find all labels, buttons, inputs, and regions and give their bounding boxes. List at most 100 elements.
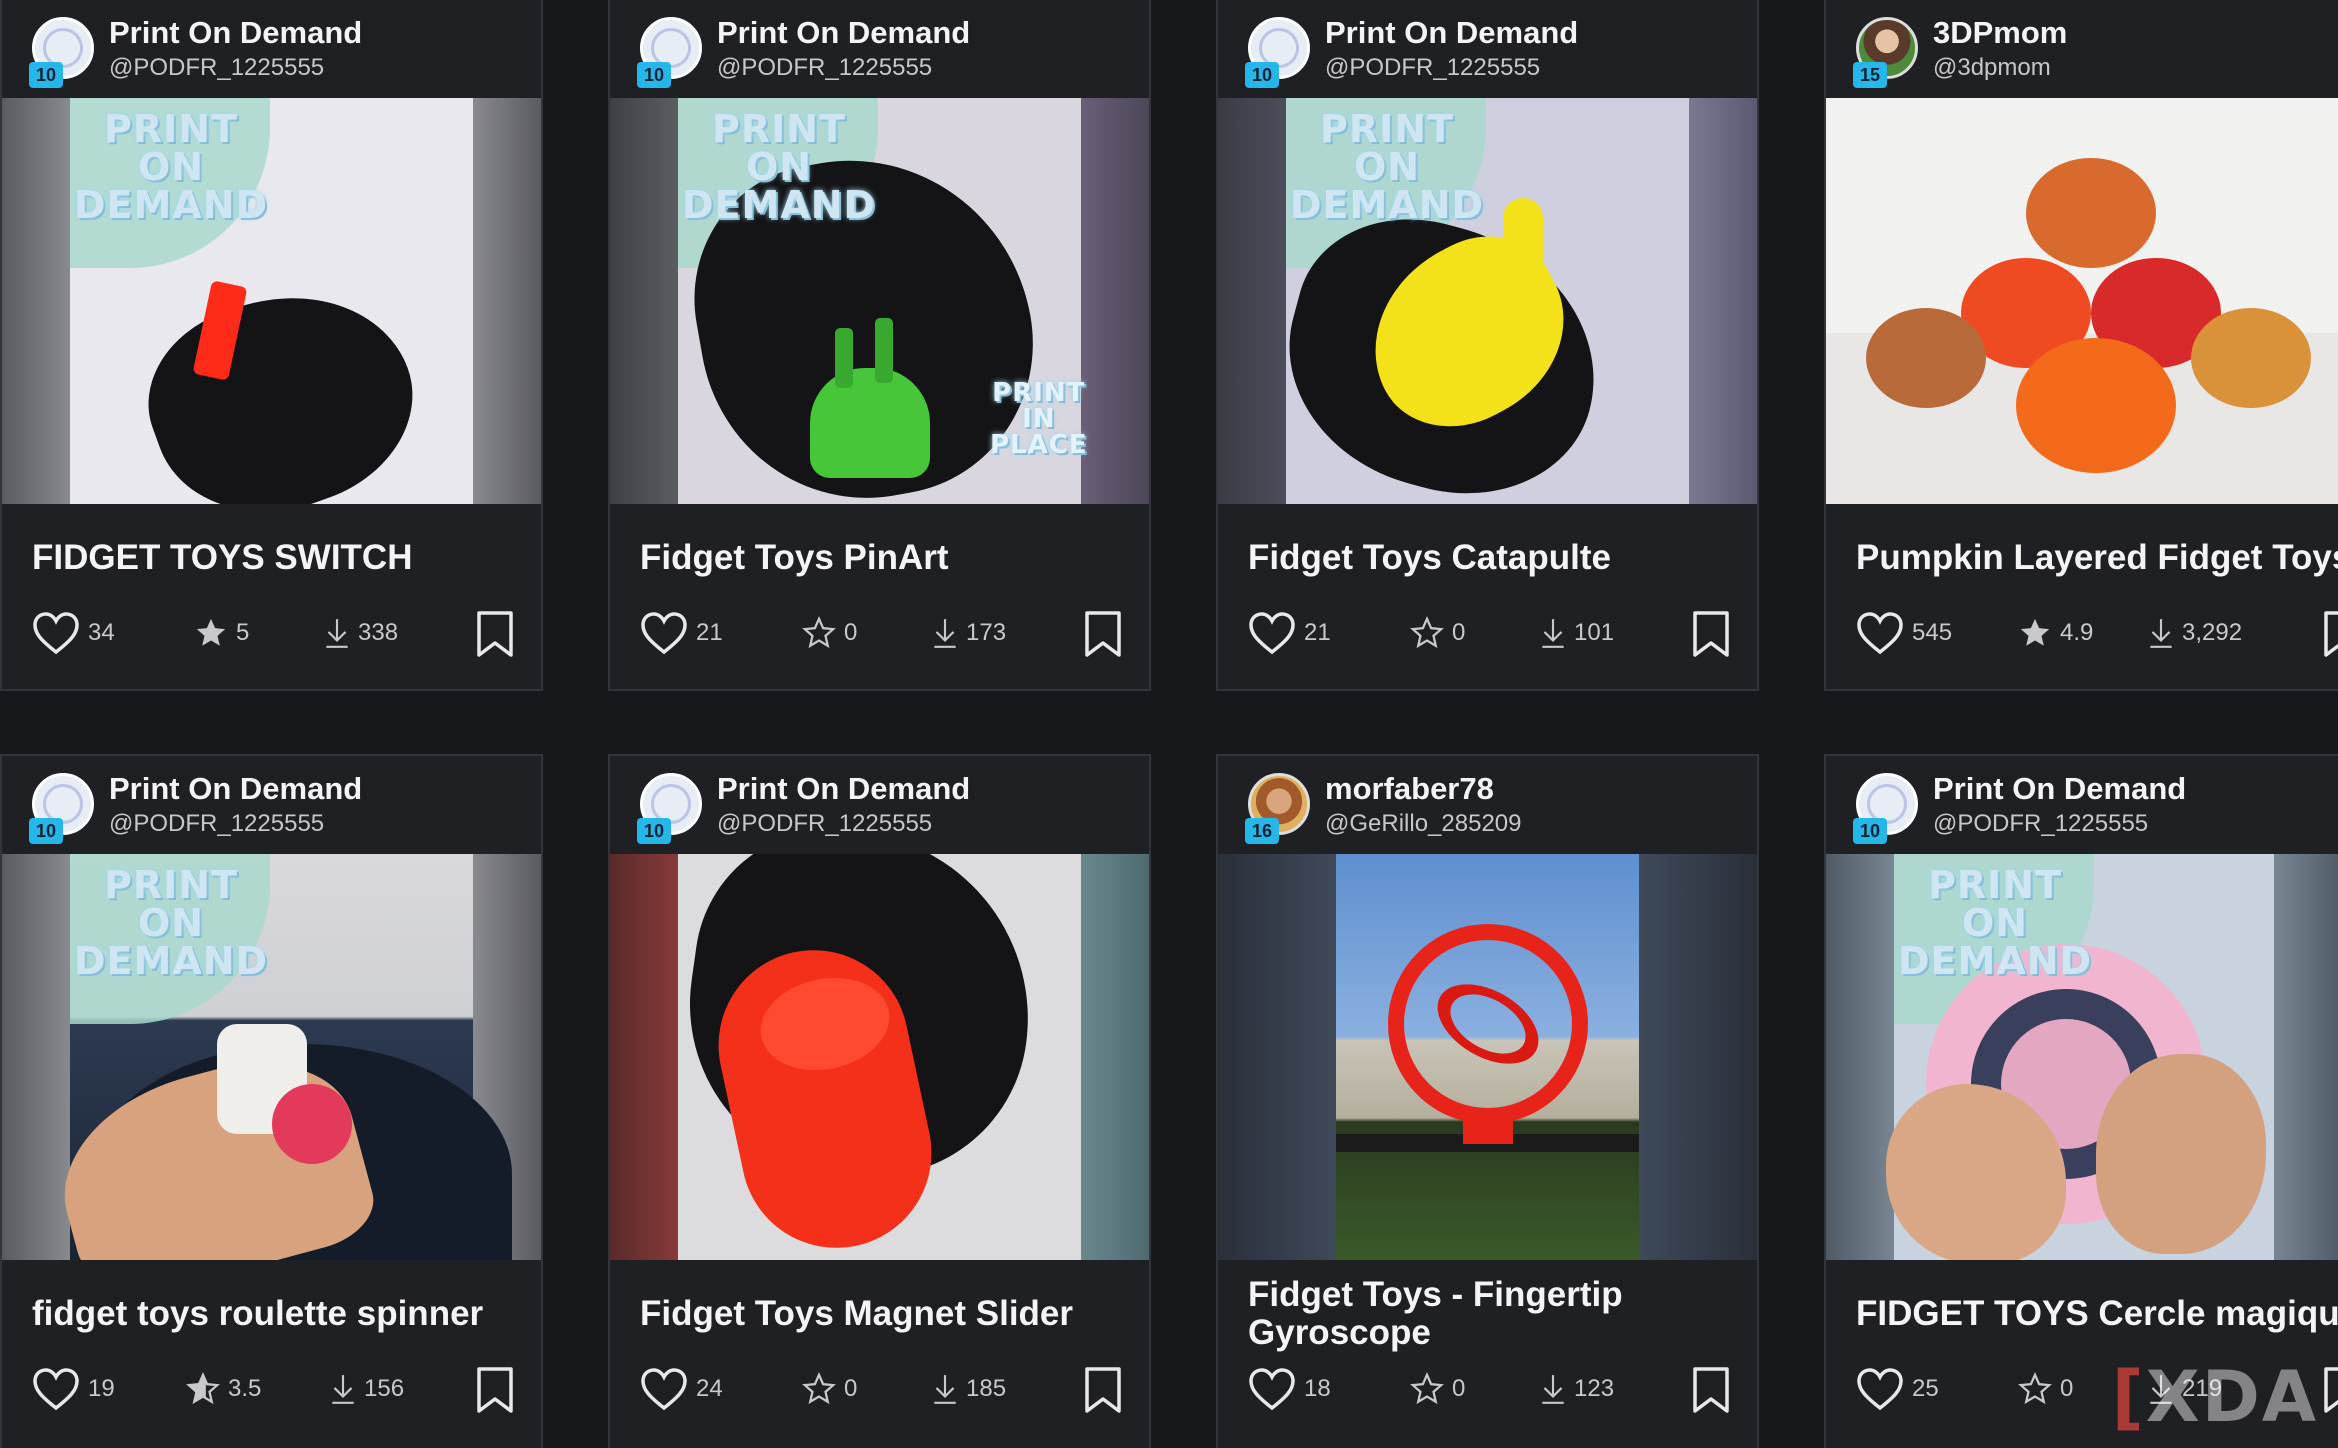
card-author[interactable]: 15 3DPmom @3dpmom (1826, 0, 2338, 98)
model-thumbnail[interactable]: PRINT ON DEMAND PRINT IN PLACE (610, 98, 1149, 504)
level-badge: 10 (29, 62, 63, 88)
author-name[interactable]: Print On Demand (109, 771, 362, 807)
author-name[interactable]: Print On Demand (1933, 771, 2186, 807)
likes-count: 21 (696, 619, 723, 646)
model-title[interactable]: FIDGET TOYS Cercle magique (1856, 1295, 2338, 1333)
card-author[interactable]: 16 morfaber78 @GeRillo_285209 (1218, 756, 1757, 854)
model-thumbnail[interactable]: PRINT ON DEMAND (1826, 854, 2338, 1260)
model-title[interactable]: FIDGET TOYS SWITCH (32, 539, 542, 577)
author-name[interactable]: Print On Demand (109, 15, 362, 51)
author-handle: @GeRillo_285209 (1325, 810, 1522, 837)
rating-value: 0 (2060, 1375, 2074, 1402)
star-icon (1410, 1372, 1444, 1405)
card-author[interactable]: 10 Print On Demand @PODFR_1225555 (1218, 0, 1757, 98)
model-thumbnail[interactable] (1218, 854, 1757, 1260)
bookmark-icon[interactable] (475, 1366, 515, 1414)
author-handle: @3dpmom (1933, 54, 2051, 81)
likes[interactable]: 545 (1856, 608, 1952, 658)
print-on-demand-logo: PRINT ON DEMAND (1290, 107, 1485, 227)
bookmark-icon[interactable] (1083, 610, 1123, 658)
bookmark-icon[interactable] (475, 610, 515, 658)
card-author[interactable]: 10 Print On Demand @PODFR_1225555 (2, 0, 541, 98)
author-name[interactable]: Print On Demand (1325, 15, 1578, 51)
model-thumbnail[interactable] (1826, 98, 2338, 504)
model-card[interactable]: 10 Print On Demand @PODFR_1225555 PRINT O… (1824, 754, 2338, 1448)
xda-watermark: [XDA (2111, 1356, 2318, 1438)
card-author[interactable]: 10 Print On Demand @PODFR_1225555 (2, 756, 541, 854)
rating: 0 (2018, 1364, 2073, 1414)
bookmark-icon[interactable] (1691, 610, 1731, 658)
author-name[interactable]: morfaber78 (1325, 771, 1494, 807)
model-card[interactable]: 10 Print On Demand @PODFR_1225555 Fidget… (608, 754, 1151, 1448)
level-badge: 16 (1245, 818, 1279, 844)
card-stats: 21 0 101 (1218, 608, 1761, 658)
level-badge: 15 (1853, 62, 1887, 88)
model-card[interactable]: 10 Print On Demand @PODFR_1225555 PRINT O… (0, 754, 543, 1448)
model-title[interactable]: Fidget Toys PinArt (640, 539, 1150, 577)
author-name[interactable]: 3DPmom (1933, 15, 2067, 51)
star-icon (2020, 618, 2050, 646)
heart-icon (33, 1368, 79, 1411)
likes[interactable]: 19 (32, 1364, 115, 1414)
likes[interactable]: 18 (1248, 1364, 1331, 1414)
rating-value: 4.9 (2060, 619, 2094, 646)
downloads-count: 173 (966, 619, 1007, 646)
card-author[interactable]: 10 Print On Demand @PODFR_1225555 (1826, 756, 2338, 854)
downloads: 156 (330, 1364, 404, 1414)
author-handle: @PODFR_1225555 (109, 810, 325, 837)
likes[interactable]: 21 (1248, 608, 1331, 658)
bookmark-icon[interactable] (1083, 1366, 1123, 1414)
bookmark-icon[interactable] (2322, 610, 2338, 658)
downloads: 123 (1540, 1364, 1614, 1414)
star-icon (802, 1372, 836, 1405)
downloads-count: 101 (1574, 619, 1615, 646)
author-handle: @PODFR_1225555 (109, 54, 325, 81)
likes-count: 25 (1912, 1375, 1939, 1402)
model-title[interactable]: Pumpkin Layered Fidget Toys (1856, 539, 2338, 577)
model-card[interactable]: 16 morfaber78 @GeRillo_285209 Fidget Toy… (1216, 754, 1759, 1448)
card-stats: 24 0 185 (610, 1364, 1153, 1414)
likes-count: 545 (1912, 619, 1953, 646)
rating-value: 0 (1452, 619, 1466, 646)
model-title[interactable]: Fidget Toys Catapulte (1248, 539, 1758, 577)
model-thumbnail[interactable]: PRINT ON DEMAND (2, 98, 541, 504)
star-icon (186, 1372, 220, 1405)
card-author[interactable]: 10 Print On Demand @PODFR_1225555 (610, 756, 1149, 854)
author-name[interactable]: Print On Demand (717, 771, 970, 807)
model-title[interactable]: fidget toys roulette spinner (32, 1295, 542, 1333)
likes[interactable]: 24 (640, 1364, 723, 1414)
download-icon (1542, 619, 1564, 648)
model-card[interactable]: 10 Print On Demand @PODFR_1225555 PRINT O… (608, 0, 1151, 691)
card-author[interactable]: 10 Print On Demand @PODFR_1225555 (610, 0, 1149, 98)
model-thumbnail[interactable]: PRINT ON DEMAND (1218, 98, 1757, 504)
download-icon (326, 619, 348, 648)
rating: 5 (194, 608, 249, 658)
rating: 0 (802, 1364, 857, 1414)
heart-icon (641, 612, 687, 655)
model-thumbnail[interactable]: PRINT ON DEMAND (2, 854, 541, 1260)
download-icon (332, 1375, 354, 1404)
likes[interactable]: 21 (640, 608, 723, 658)
likes-count: 21 (1304, 619, 1331, 646)
downloads-count: 123 (1574, 1375, 1615, 1402)
rating: 0 (802, 608, 857, 658)
model-card[interactable]: 10 Print On Demand @PODFR_1225555 PRINT O… (1216, 0, 1759, 691)
likes[interactable]: 34 (32, 608, 115, 658)
rating-value: 3.5 (228, 1375, 262, 1402)
card-stats: 34 5 338 (2, 608, 545, 658)
model-card[interactable]: 10 Print On Demand @PODFR_1225555 PRINT O… (0, 0, 543, 691)
bookmark-icon[interactable] (2322, 1366, 2338, 1414)
rating-value: 5 (236, 619, 250, 646)
star-icon (1410, 616, 1444, 649)
model-card[interactable]: 15 3DPmom @3dpmom Pumpkin Layered Fidget… (1824, 0, 2338, 691)
print-on-demand-logo: PRINT ON DEMAND (74, 107, 269, 227)
model-title[interactable]: Fidget Toys - Fingertip Gyroscope (1248, 1276, 1758, 1352)
heart-icon (1249, 612, 1295, 655)
bookmark-icon[interactable] (1691, 1366, 1731, 1414)
author-name[interactable]: Print On Demand (717, 15, 970, 51)
download-icon (1542, 1375, 1564, 1404)
card-stats: 545 4.9 3,292 (1826, 608, 2338, 658)
model-title[interactable]: Fidget Toys Magnet Slider (640, 1295, 1150, 1333)
likes[interactable]: 25 (1856, 1364, 1939, 1414)
model-thumbnail[interactable] (610, 854, 1149, 1260)
